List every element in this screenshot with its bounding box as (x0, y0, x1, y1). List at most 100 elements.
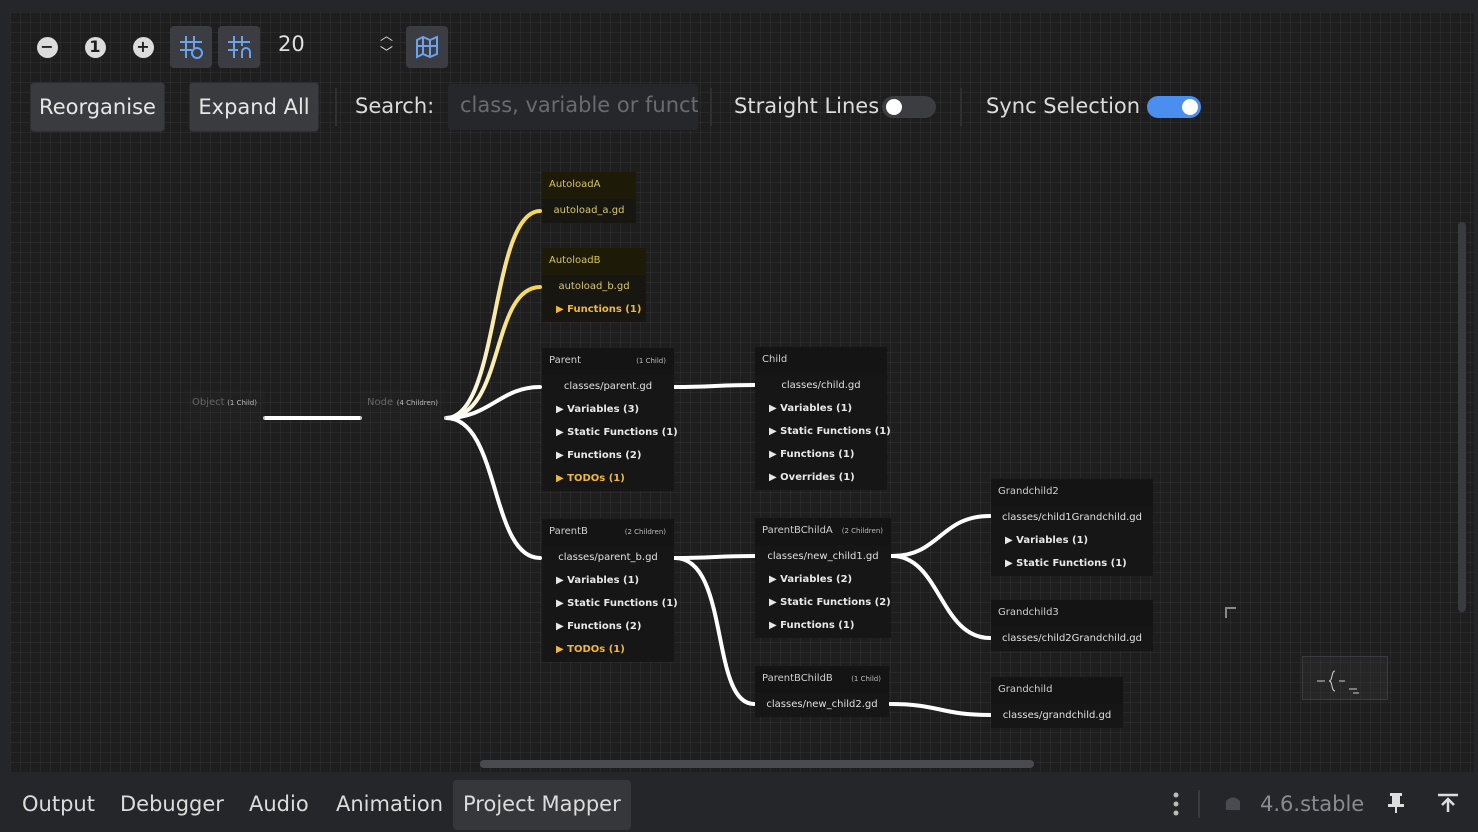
tab-project-mapper[interactable]: Project Mapper (453, 780, 631, 830)
snap-distance-value[interactable]: 20 (278, 32, 305, 56)
node-section-variables[interactable]: ▶ Variables (3) (542, 399, 674, 422)
node-file[interactable]: classes/parent_b.gd (542, 546, 674, 570)
node-node[interactable]: Node (4 Children) (360, 390, 446, 430)
node-file[interactable]: classes/child1Grandchild.gd (991, 506, 1153, 530)
node-section-variables[interactable]: ▶ Variables (1) (755, 398, 887, 421)
node-section-static-functions[interactable]: ▶ Static Functions (1) (991, 553, 1153, 576)
tab-audio[interactable]: Audio (239, 780, 319, 830)
wire-node-autoloadB (444, 285, 542, 420)
node-section-functions[interactable]: ▶ Functions (1) (755, 615, 891, 638)
more-options-icon[interactable] (1168, 790, 1184, 818)
wire-childA-grandchild2 (890, 514, 992, 558)
snap-grid-button[interactable] (218, 26, 260, 68)
node-section-variables[interactable]: ▶ Variables (2) (755, 569, 891, 592)
grid-toggle-icon (180, 36, 203, 59)
minimap-map-icon (416, 35, 438, 59)
search-input[interactable]: class, variable or funct (448, 84, 698, 130)
node-child-count: (1 Child) (227, 399, 257, 407)
tab-debugger[interactable]: Debugger (110, 780, 234, 830)
node-section-todos[interactable]: ▶ TODOs (1) (542, 639, 674, 662)
editor-root: Object (1 Child) Node (4 Children) Autoloa… (0, 0, 1478, 832)
node-grandchild[interactable]: Grandchild classes/grandchild.gd (991, 677, 1123, 728)
pin-icon[interactable] (1386, 792, 1406, 818)
node-section-todos[interactable]: ▶ TODOs (1) (542, 468, 674, 491)
node-autoloadA[interactable]: AutoloadA autoload_a.gd (542, 172, 636, 223)
node-child-count: (2 Children) (841, 527, 883, 535)
sync-selection-toggle[interactable] (1147, 96, 1201, 118)
node-parentBChildA[interactable]: ParentBChildA (2 Children) classes/new_ch… (755, 518, 891, 638)
node-title: Grandchild3 (991, 600, 1153, 627)
node-title: Grandchild2 (991, 479, 1153, 506)
toggle-grid-button[interactable] (170, 26, 212, 68)
wire-childA-grandchild3 (890, 554, 992, 640)
node-parentBChildB[interactable]: ParentBChildB (1 Child) classes/new_child… (755, 666, 889, 717)
node-title: Object (192, 397, 225, 408)
straight-lines-toggle[interactable] (882, 96, 936, 118)
node-parent[interactable]: Parent (1 Child) classes/parent.gd ▶ Vari… (542, 348, 678, 491)
node-file[interactable]: classes/child2Grandchild.gd (991, 627, 1153, 651)
zoom-reset-button[interactable]: 1 (80, 32, 110, 62)
node-file[interactable]: classes/parent.gd (542, 375, 674, 399)
tab-output[interactable]: Output (12, 780, 105, 830)
vertical-scrollbar[interactable] (1458, 222, 1466, 612)
minimap[interactable] (1302, 656, 1388, 700)
node-section-static-functions[interactable]: ▶ Static Functions (1) (542, 593, 678, 616)
grid-snap-icon (228, 36, 251, 58)
node-header: ParentB (2 Children) (542, 519, 674, 546)
node-file[interactable]: autoload_b.gd (542, 275, 646, 299)
node-section-functions[interactable]: ▶ Functions (2) (542, 616, 674, 639)
node-file[interactable]: classes/grandchild.gd (991, 704, 1123, 728)
node-file[interactable]: classes/child.gd (755, 374, 887, 398)
wire-parent-child (673, 383, 756, 389)
node-title: Parent (549, 355, 582, 366)
wire-node-parentB (444, 416, 542, 560)
node-section-variables[interactable]: ▶ Variables (1) (991, 530, 1153, 553)
node-grandchild2[interactable]: Grandchild2 classes/child1Grandchild.gd … (991, 479, 1153, 576)
node-title: Node (367, 397, 394, 408)
minimap-preview-icon (1317, 670, 1359, 694)
godot-logo-icon (1222, 792, 1244, 818)
toolbar-separator (335, 88, 337, 126)
spin-arrows-icon[interactable]: ︿ ﹀ (380, 28, 393, 62)
node-section-static-functions[interactable]: ▶ Static Functions (2) (755, 592, 891, 615)
wire-childB-grandchild (888, 702, 992, 717)
node-section-overrides[interactable]: ▶ Overrides (1) (755, 467, 887, 490)
node-title: AutoloadB (542, 248, 646, 275)
node-section-static-functions[interactable]: ▶ Static Functions (1) (755, 421, 891, 444)
wire-parentB-childA (673, 554, 756, 560)
node-file[interactable]: classes/new_child2.gd (755, 693, 889, 717)
horizontal-scrollbar[interactable] (480, 760, 1034, 768)
node-file[interactable]: autoload_a.gd (542, 199, 636, 223)
zoom-out-button[interactable]: − (32, 32, 62, 62)
node-autoloadB[interactable]: AutoloadB autoload_b.gd ▶ Functions (1) (542, 248, 646, 322)
expand-all-button[interactable]: Expand All (189, 82, 319, 132)
node-header: Parent (1 Child) (542, 348, 674, 375)
node-section-static-functions[interactable]: ▶ Static Functions (1) (542, 422, 678, 445)
node-section-functions[interactable]: ▶ Functions (1) (755, 444, 887, 467)
node-title: ParentB (549, 526, 588, 537)
expand-panel-icon[interactable] (1436, 792, 1460, 818)
node-child[interactable]: Child classes/child.gd ▶ Variables (1) ▶… (755, 347, 891, 490)
wire-parentB-childB (673, 556, 756, 706)
node-section-variables[interactable]: ▶ Variables (1) (542, 570, 674, 593)
toolbar-separator (710, 88, 712, 126)
node-grandchild3[interactable]: Grandchild3 classes/child2Grandchild.gd (991, 600, 1153, 651)
toggle-knob (886, 99, 902, 115)
version-label: 4.6.stable (1260, 792, 1365, 816)
minimap-toggle-button[interactable] (406, 26, 448, 68)
node-file[interactable]: classes/new_child1.gd (755, 545, 891, 569)
snap-distance-spinbox[interactable]: 20 ︿ ﹀ (270, 24, 400, 66)
node-object-header: Object (1 Child) (185, 390, 265, 417)
node-title: ParentBChildB (762, 673, 833, 684)
node-section-functions[interactable]: ▶ Functions (2) (542, 445, 674, 468)
reorganise-button[interactable]: Reorganise (30, 82, 165, 132)
node-section-functions[interactable]: ▶ Functions (1) (542, 299, 646, 322)
node-parentB[interactable]: ParentB (2 Children) classes/parent_b.gd … (542, 519, 678, 662)
tab-animation[interactable]: Animation (326, 780, 453, 830)
minus-circle-icon: − (36, 36, 58, 58)
zoom-in-button[interactable]: + (128, 32, 158, 62)
node-object[interactable]: Object (1 Child) (185, 390, 265, 430)
node-child-count: (1 Child) (851, 675, 881, 683)
node-header: ParentBChildA (2 Children) (755, 518, 891, 545)
toolbar-separator (960, 88, 962, 126)
